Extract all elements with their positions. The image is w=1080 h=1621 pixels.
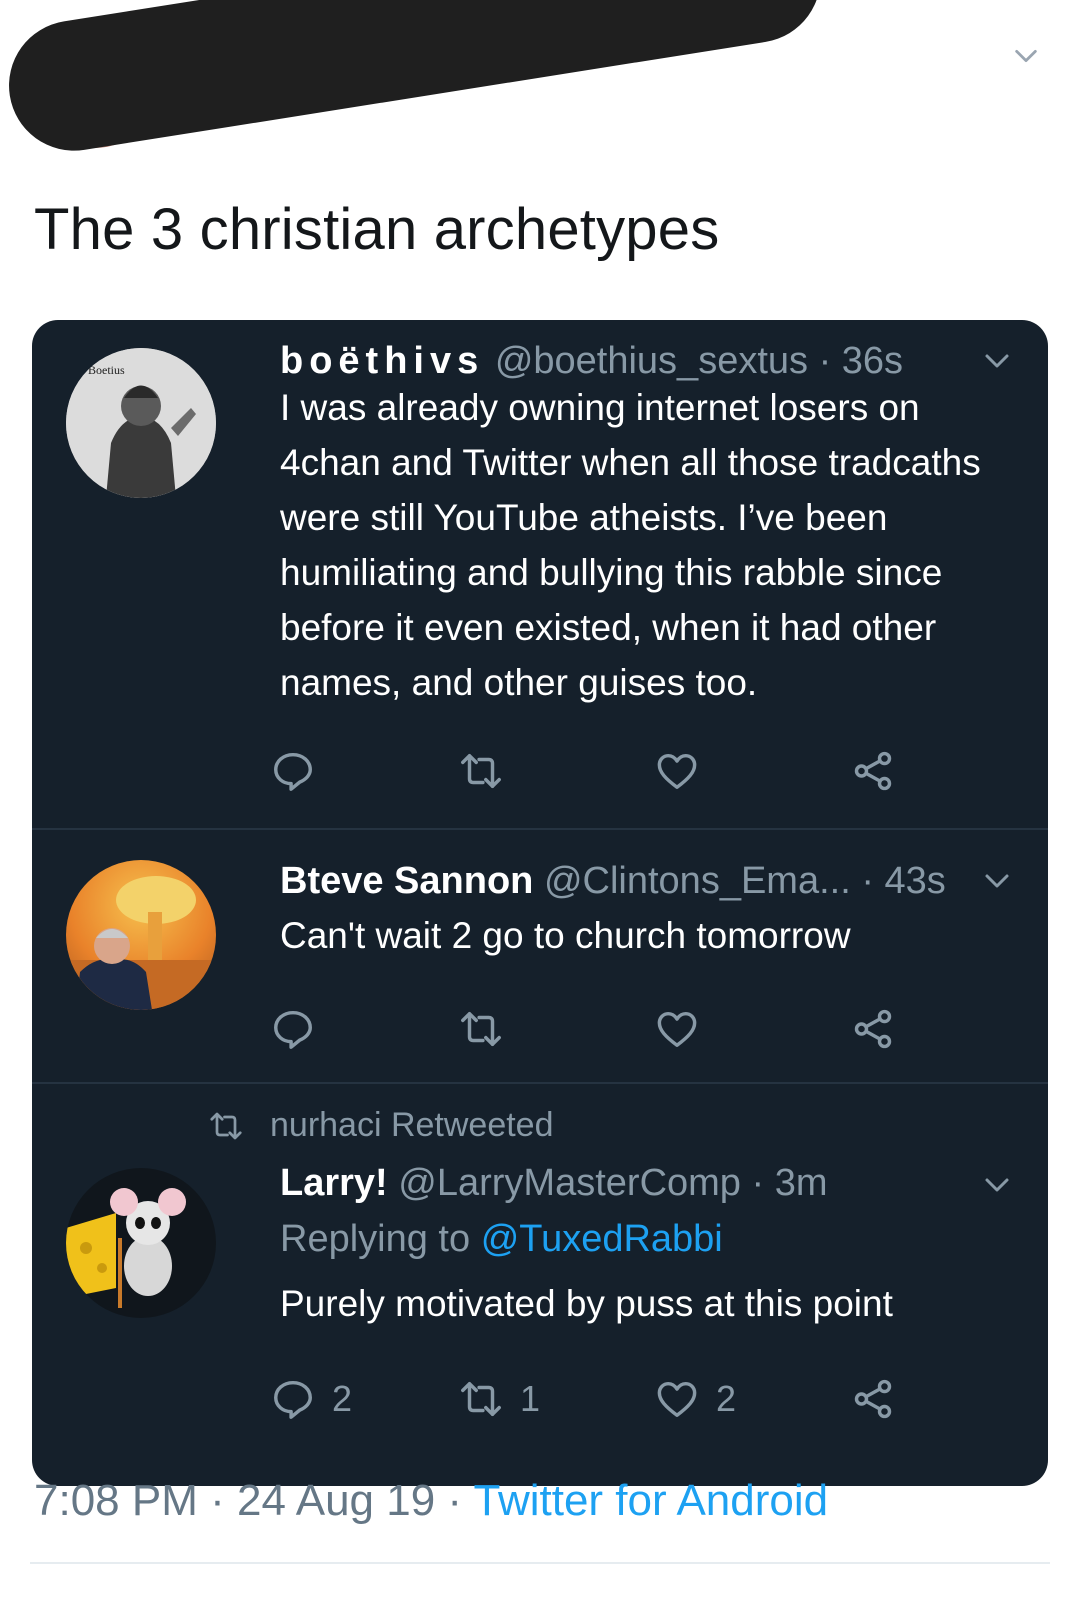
thread-tweet[interactable]: nurhaci Retweeted Larry! @LarryMasterCom… [32, 1082, 1048, 1486]
handle[interactable]: @Clintons_Ema... [544, 860, 851, 902]
tweet-body: Can't wait 2 go to church tomorrow [280, 915, 851, 956]
share-button[interactable] [850, 1004, 896, 1054]
tweet-source-link[interactable]: Twitter for Android [474, 1476, 829, 1525]
reply-button[interactable]: 2 [270, 1374, 352, 1424]
reply-icon [274, 752, 312, 791]
tweet-meta: Larry! @LarryMasterComp · 3m [280, 1162, 948, 1205]
retweet-icon [210, 1112, 242, 1139]
timestamp: · 43s [861, 860, 946, 902]
like-count: 2 [716, 1378, 737, 1419]
replying-to: Replying to @TuxedRabbi [280, 1218, 723, 1261]
chevron-down-icon[interactable] [982, 866, 1012, 896]
reply-icon [274, 1380, 312, 1419]
timestamp: · 3m [751, 1162, 828, 1204]
heart-icon [657, 753, 697, 790]
heart-icon [657, 1011, 697, 1048]
retweet-icon [461, 753, 501, 789]
thread-card: Boetius boëthivs @boethius_sextus · 36s … [32, 320, 1048, 1486]
like-button[interactable]: 2 [654, 1374, 736, 1424]
retweeted-by-label: nurhaci Retweeted [270, 1106, 554, 1144]
action-bar [274, 746, 1040, 796]
tweet-text: The 3 christian archetypes [34, 197, 720, 262]
share-icon [854, 751, 892, 791]
retweet-button[interactable] [458, 1004, 520, 1054]
chevron-down-icon[interactable] [1012, 42, 1040, 70]
share-button[interactable] [850, 1374, 896, 1424]
avatar[interactable] [66, 860, 216, 1010]
thread-tweet[interactable]: Boetius boëthivs @boethius_sextus · 36s … [32, 320, 1048, 828]
share-button[interactable] [850, 746, 896, 796]
display-name[interactable]: Bteve Sannon [280, 860, 533, 902]
like-button[interactable] [654, 1004, 716, 1054]
chevron-down-icon[interactable] [982, 346, 1012, 376]
chevron-down-icon[interactable] [982, 1170, 1012, 1200]
tweet-time: 7:08 PM [34, 1476, 198, 1525]
avatar[interactable] [66, 1168, 216, 1318]
display-name[interactable]: boëthivs [280, 340, 484, 382]
handle[interactable]: @boethius_sextus [495, 340, 808, 382]
timestamp: · 36s [818, 340, 904, 382]
tweet-meta: boëthivs @boethius_sextus · 36s [280, 340, 948, 383]
heart-icon [657, 1381, 697, 1418]
reply-icon [274, 1010, 312, 1049]
handle[interactable]: @LarryMasterComp [398, 1162, 741, 1204]
replying-to-mention[interactable]: @TuxedRabbi [481, 1218, 723, 1260]
tweet-meta: Bteve Sannon @Clintons_Ema... · 43s [280, 860, 948, 903]
reply-button[interactable] [270, 1004, 332, 1054]
retweet-icon [461, 1011, 501, 1047]
replying-to-label: Replying to [280, 1218, 471, 1260]
retweeted-by[interactable]: nurhaci Retweeted [208, 1106, 554, 1145]
tweet-footer: 7:08 PM · 24 Aug 19 · Twitter for Androi… [34, 1476, 828, 1526]
reply-button[interactable] [270, 746, 332, 796]
redaction-overlay [0, 0, 830, 161]
divider [30, 1562, 1050, 1564]
retweet-count: 1 [520, 1378, 541, 1419]
retweet-icon [461, 1381, 501, 1417]
retweet-button[interactable] [458, 746, 520, 796]
tweet-body: I was already owning internet losers on … [280, 387, 981, 703]
tweet-date: · 24 Aug 19 · [210, 1476, 463, 1525]
share-icon [854, 1009, 892, 1049]
reply-count: 2 [332, 1378, 353, 1419]
share-icon [854, 1379, 892, 1419]
avatar[interactable]: Boetius [66, 348, 216, 498]
like-button[interactable] [654, 746, 716, 796]
avatar-label: Boetius [88, 363, 125, 377]
thread-tweet[interactable]: Bteve Sannon @Clintons_Ema... · 43s Can'… [32, 828, 1048, 1084]
tweet-header [0, 0, 1080, 200]
action-bar [274, 1004, 1040, 1054]
display-name[interactable]: Larry! [280, 1162, 388, 1204]
tweet-body: Purely motivated by puss at this point [280, 1283, 893, 1324]
action-bar: 2 1 2 [274, 1374, 1040, 1424]
retweet-button[interactable]: 1 [458, 1374, 540, 1424]
